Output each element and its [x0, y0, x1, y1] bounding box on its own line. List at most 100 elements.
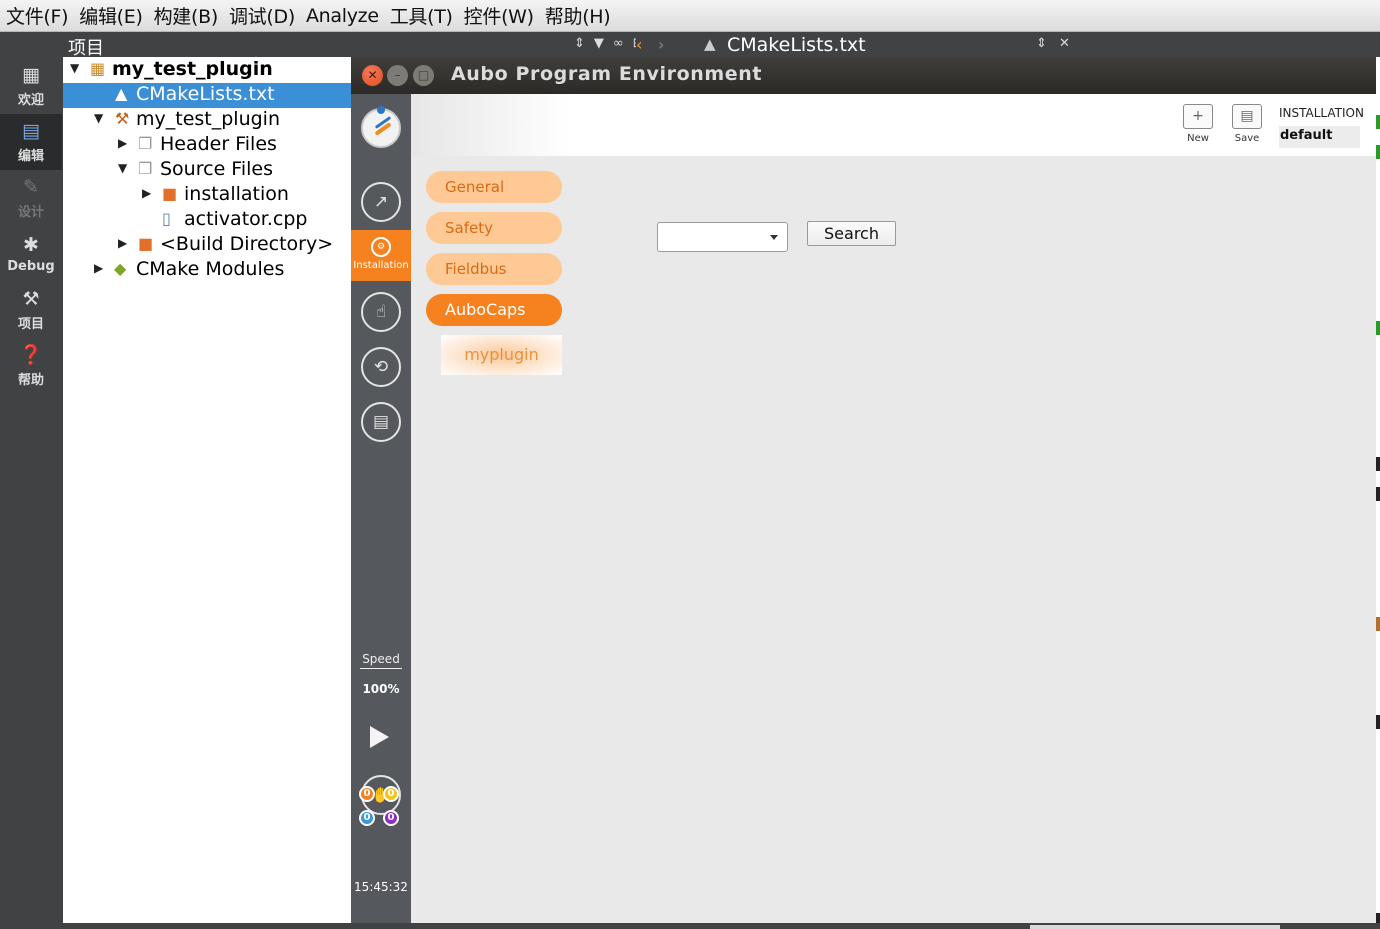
installation-tab-label: Installation [353, 260, 409, 271]
io-indicator-purple: 0 [383, 810, 399, 826]
search-select[interactable] [657, 222, 788, 252]
tree-item[interactable]: ▯ activator.cpp [63, 208, 353, 233]
filter-icon[interactable]: ▼ [594, 36, 604, 51]
tree-item[interactable]: ▶ ❐ Header Files [63, 133, 353, 158]
cmake-file-icon: ▲ [704, 35, 716, 53]
installation-name: default [1279, 126, 1360, 148]
document-icon: ▤ [22, 119, 40, 142]
menu-tools[interactable]: 工具(T) [388, 2, 462, 29]
header-files-icon: ❐ [138, 134, 153, 153]
aubo-window: ✕ – □ Aubo Program Environment ↗ ⚙ Insta… [351, 57, 1376, 929]
syntax-fragment [1376, 617, 1380, 631]
syntax-fragment [1376, 457, 1380, 471]
collapse-arrow-icon[interactable]: ▼ [118, 161, 127, 175]
aubo-titlebar: ✕ – □ Aubo Program Environment [351, 57, 1376, 94]
window-close-icon[interactable]: ✕ [362, 65, 383, 86]
document-name[interactable]: CMakeLists.txt [727, 34, 866, 56]
document-switch-icon[interactable]: ⇕ [1036, 36, 1047, 51]
syntax-fragment [1376, 145, 1380, 159]
syntax-fragment [1376, 487, 1380, 501]
document-controls: ⇕ ✕ [1036, 36, 1070, 51]
save-button-label: Save [1234, 133, 1260, 144]
tree-item[interactable]: ▶ ■ installation [63, 183, 353, 208]
menu-widgets[interactable]: 控件(W) [462, 2, 543, 29]
program-path-icon[interactable]: ↗ [361, 182, 401, 222]
aubo-header: + New ▤ Save INSTALLATION default [411, 94, 1376, 156]
new-button-label: New [1187, 133, 1209, 144]
sort-icon[interactable]: ⇕ [574, 36, 585, 51]
window-minimize-icon[interactable]: – [387, 65, 408, 86]
tree-item[interactable]: ▼ ❐ Source Files [63, 158, 353, 183]
expand-arrow-icon[interactable]: ▶ [94, 261, 103, 275]
cmake-modules-icon: ◆ [114, 259, 127, 278]
bug-icon: ✱ [23, 233, 39, 256]
nav-myplugin[interactable]: myplugin [441, 335, 562, 375]
folder-icon: ■ [162, 184, 178, 203]
tree-item[interactable]: ▶ ■ <Build Directory> [63, 233, 353, 258]
syntax-fragment [1376, 715, 1380, 729]
menu-file[interactable]: 文件(F) [4, 2, 77, 29]
installation-title: INSTALLATION [1279, 106, 1364, 120]
menubar: 文件(F) 编辑(E) 构建(B) 调试(D) Analyze 工具(T) 控件… [0, 0, 1380, 32]
installation-tab[interactable]: ⚙ Installation [351, 230, 411, 281]
play-icon[interactable] [370, 726, 389, 748]
menu-debug[interactable]: 调试(D) [227, 2, 304, 29]
wrench-icon: ⚒ [22, 287, 40, 310]
teach-hand-icon[interactable]: ☝ [361, 292, 401, 332]
mode-projects[interactable]: ⚒ 项目 [0, 282, 62, 338]
io-indicator-blue: 0 [359, 810, 375, 826]
expand-arrow-icon[interactable]: ▶ [142, 186, 151, 200]
speed-value: 100% [362, 682, 400, 696]
mode-help[interactable]: ❓ 帮助 [0, 338, 62, 394]
expand-arrow-icon[interactable]: ▶ [118, 236, 127, 250]
menu-edit[interactable]: 编辑(E) [77, 2, 151, 29]
tree-item[interactable]: ▶ ◆ CMake Modules [63, 258, 353, 283]
nav-fieldbus[interactable]: Fieldbus [426, 253, 562, 285]
menu-build[interactable]: 构建(B) [152, 2, 227, 29]
save-button[interactable]: ▤ Save [1231, 104, 1263, 144]
io-indicator-orange: 0 [359, 786, 375, 802]
syntax-fragment [1376, 115, 1380, 129]
tree-item[interactable]: ▼ ⚒ my_test_plugin [63, 108, 353, 133]
folder-icon: ■ [138, 234, 154, 253]
new-button[interactable]: + New [1182, 104, 1214, 144]
nav-aubocaps[interactable]: AuboCaps [426, 294, 562, 326]
editor-header: ‹ › ▲ CMakeLists.txt ⇕ ✕ [636, 33, 1380, 57]
collapse-arrow-icon[interactable]: ▼ [70, 61, 79, 75]
window-maximize-icon[interactable]: □ [413, 65, 434, 86]
chevron-down-icon [770, 235, 778, 240]
clock-time: 15:45:32 [354, 880, 408, 894]
project-pane-header: 项目 ⇕ ▼ ∞ ⊞ ⊟ [62, 33, 700, 59]
editor-edge [1376, 57, 1380, 929]
refresh-cycle-icon[interactable]: ⟲ [361, 347, 401, 387]
nav-safety[interactable]: Safety [426, 212, 562, 244]
new-file-icon: + [1183, 104, 1213, 129]
project-icon: ▦ [90, 59, 106, 78]
expand-arrow-icon[interactable]: ▶ [118, 136, 127, 150]
link-icon[interactable]: ∞ [613, 36, 624, 51]
tree-item[interactable]: ▼ ▦ my_test_plugin [63, 58, 353, 83]
mode-debug[interactable]: ✱ Debug [0, 226, 62, 282]
nav-forward-icon[interactable]: › [658, 35, 664, 54]
nav-general[interactable]: General [426, 171, 562, 203]
aubo-logo-icon[interactable] [361, 106, 401, 148]
tree-item[interactable]: ▲ CMakeLists.txt [63, 83, 353, 108]
cpp-file-icon: ▯ [162, 209, 171, 228]
menu-help[interactable]: 帮助(H) [543, 2, 620, 29]
notification-badge [377, 106, 385, 114]
project-tree: ▼ ▦ my_test_plugin ▲ CMakeLists.txt ▼ ⚒ … [63, 57, 353, 923]
mode-edit[interactable]: ▤ 编辑 [0, 114, 62, 170]
mode-welcome[interactable]: ▦ 欢迎 [0, 58, 62, 114]
mode-design[interactable]: ✎ 设计 [0, 170, 62, 226]
search-button[interactable]: Search [807, 221, 896, 246]
aubo-window-title: Aubo Program Environment [451, 63, 763, 85]
log-calendar-icon[interactable]: ▤ [361, 402, 401, 442]
pencil-icon: ✎ [23, 175, 39, 198]
gear-icon: ⚙ [371, 237, 391, 257]
nav-back-icon[interactable]: ‹ [636, 35, 642, 54]
collapse-arrow-icon[interactable]: ▼ [94, 111, 103, 125]
close-document-icon[interactable]: ✕ [1059, 36, 1070, 51]
menu-analyze[interactable]: Analyze [304, 5, 388, 27]
cmake-file-icon: ▲ [115, 84, 128, 103]
hammer-icon: ⚒ [115, 109, 130, 128]
